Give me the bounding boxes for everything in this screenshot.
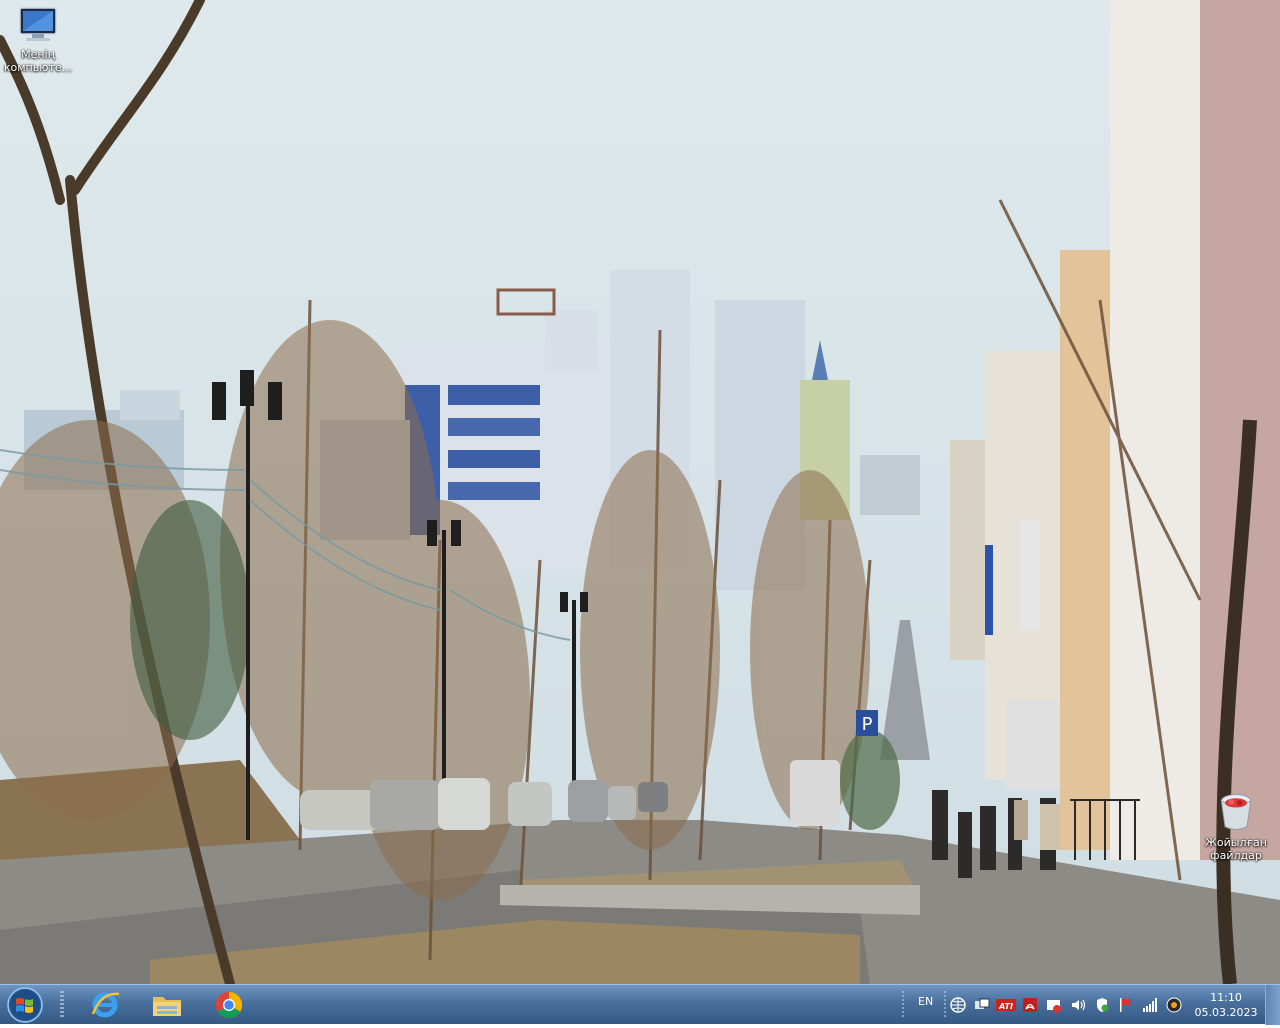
tray-separator [944,991,946,1019]
recycle-bin-icon [1220,794,1252,830]
taskbar-grip[interactable] [60,991,64,1019]
ie-icon [91,992,120,1018]
language-indicator[interactable]: EN [918,995,933,1008]
start-button[interactable] [4,986,46,1024]
folder-icon [153,997,181,1016]
power-icon[interactable] [1166,997,1182,1013]
windows-logo-icon [7,987,43,1023]
monitor-icon [19,7,57,41]
show-desktop-button[interactable] [1265,985,1280,1025]
network-globe-icon[interactable] [950,997,966,1013]
signal-icon[interactable] [1142,997,1158,1013]
ati-icon[interactable]: ATI [996,997,1016,1013]
flag-icon[interactable] [1118,997,1134,1013]
notification-icon[interactable] [1046,997,1062,1013]
taskbar: EN ATI 11:10 05.03.2023 [0,984,1280,1025]
desktop-wallpaper: P [0,0,1280,984]
tray-separator [902,991,904,1019]
security-icon[interactable] [1094,997,1110,1013]
desktop-icon-my-computer[interactable]: Менің компьюте... [0,6,76,74]
clock-date: 05.03.2023 [1194,1006,1258,1019]
desktop-icon-label: Менің компьюте... [3,48,73,74]
desktop-icon-recycle-bin[interactable]: Жойылған файлдар [1198,790,1274,862]
svg-text:P: P [862,714,873,735]
ati-label: ATI [998,1002,1013,1011]
desktop-icon-label: Жойылған файлдар [1205,836,1267,862]
chrome-icon [215,991,243,1019]
system-tray: EN ATI 11:10 05.03.2023 [900,985,1280,1025]
taskbar-button-file-explorer[interactable] [140,987,194,1023]
volume-icon[interactable] [1070,997,1086,1013]
taskbar-clock[interactable]: 11:10 05.03.2023 [1192,990,1260,1020]
remote-icon[interactable] [974,997,990,1013]
taskbar-button-internet-explorer[interactable] [78,987,132,1023]
acrobat-icon[interactable] [1022,997,1038,1013]
taskbar-button-google-chrome[interactable] [202,987,256,1023]
clock-time: 11:10 [1210,991,1242,1004]
